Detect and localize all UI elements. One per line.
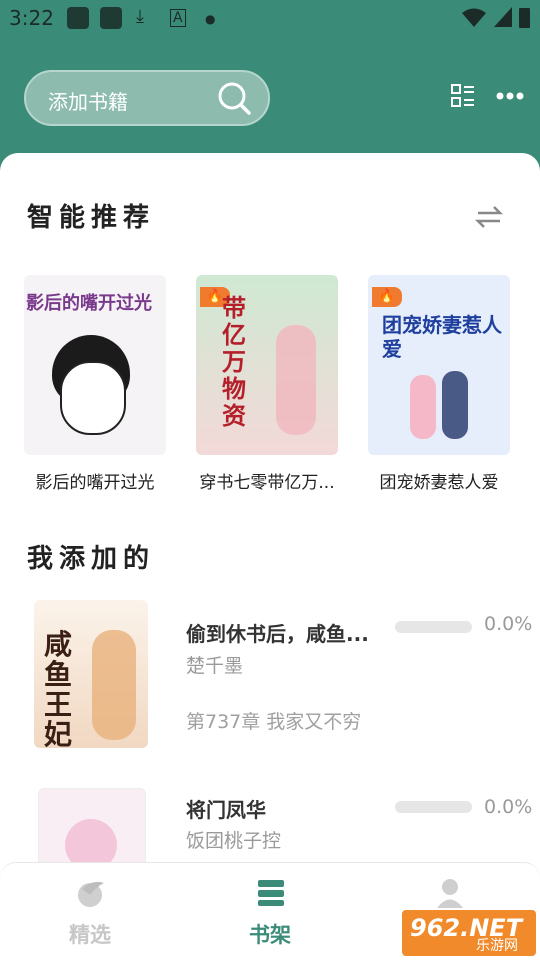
book-cover: 影后的嘴开过光 — [24, 275, 166, 455]
book-cover: 咸鱼王妃 — [34, 600, 148, 748]
book-cover: 🔥 带亿万物资 — [196, 275, 338, 455]
dot-icon: ● — [205, 12, 216, 26]
watermark-logo: 962.NET 乐游网 — [402, 910, 536, 956]
cover-illustration — [276, 325, 316, 435]
cover-title-text: 带亿万物资 — [222, 294, 246, 430]
recommend-book-title: 穿书七零带亿万... — [199, 473, 335, 493]
featured-icon — [78, 881, 104, 907]
tab-featured[interactable]: 精选 — [0, 863, 180, 961]
cover-illustration — [442, 371, 468, 439]
book-cover: 🔥 团宠娇妻惹人爱 — [368, 275, 510, 455]
section-title-added: 我添加的 — [27, 544, 156, 574]
cover-title-text: 团宠娇妻惹人爱 — [382, 313, 502, 361]
signal-icon — [494, 7, 512, 27]
tab-bookshelf[interactable]: 书架 — [180, 863, 360, 961]
notification-icon — [67, 7, 89, 29]
recommend-book-card[interactable]: 影后的嘴开过光 影后的嘴开过光 — [24, 275, 166, 493]
cover-illustration-face — [60, 361, 126, 435]
section-title-recommend: 智能推荐 — [27, 203, 156, 233]
bookshelf-icon — [258, 880, 284, 906]
cover-title-text: 咸鱼王妃 — [44, 628, 73, 749]
search-icon[interactable] — [216, 80, 252, 116]
watermark-subtext: 乐游网 — [476, 938, 518, 954]
tab-label-bookshelf: 书架 — [249, 923, 291, 947]
book-title: 将门凤华 — [186, 798, 266, 822]
refresh-swap-icon[interactable] — [474, 202, 504, 232]
search-input[interactable]: 添加书籍 — [24, 70, 270, 126]
status-bar: 3:22 ⤓ A ● — [0, 0, 540, 38]
battery-icon — [519, 8, 530, 28]
reading-progress-text: 0.0% — [484, 796, 533, 818]
reading-progress-text: 0.0% — [484, 613, 533, 635]
book-author: 楚千墨 — [186, 655, 244, 677]
reading-progress-bar — [395, 801, 472, 813]
download-icon: ⤓ — [136, 6, 144, 27]
tab-label-featured: 精选 — [69, 923, 111, 947]
wifi-icon — [462, 8, 486, 27]
cover-illustration — [92, 630, 136, 740]
bookshelf-item[interactable]: 咸鱼王妃 偷到休书后，咸鱼... 楚千墨 第737章 我家又不穷 0.0% — [0, 600, 540, 770]
cover-title-text: 影后的嘴开过光 — [26, 293, 152, 314]
book-chapter: 第737章 我家又不穷 — [186, 711, 362, 733]
recommend-book-title: 团宠娇妻惹人爱 — [379, 473, 499, 493]
recommend-book-card[interactable]: 🔥 带亿万物资 穿书七零带亿万... — [196, 275, 338, 493]
notification-icon — [100, 7, 122, 29]
cover-illustration — [410, 375, 436, 439]
a-icon: A — [170, 9, 186, 27]
search-placeholder: 添加书籍 — [48, 90, 128, 114]
status-time: 3:22 — [9, 6, 54, 30]
recommend-book-card[interactable]: 🔥 团宠娇妻惹人爱 团宠娇妻惹人爱 — [368, 275, 510, 493]
book-author: 饭团桃子控 — [186, 830, 282, 852]
hot-badge-icon: 🔥 — [372, 287, 402, 307]
book-title: 偷到休书后，咸鱼... — [186, 622, 369, 646]
reading-progress-bar — [395, 621, 472, 633]
recommend-book-title: 影后的嘴开过光 — [35, 473, 155, 493]
more-icon[interactable] — [496, 92, 524, 100]
list-view-icon[interactable] — [451, 84, 475, 108]
profile-icon — [437, 879, 463, 908]
